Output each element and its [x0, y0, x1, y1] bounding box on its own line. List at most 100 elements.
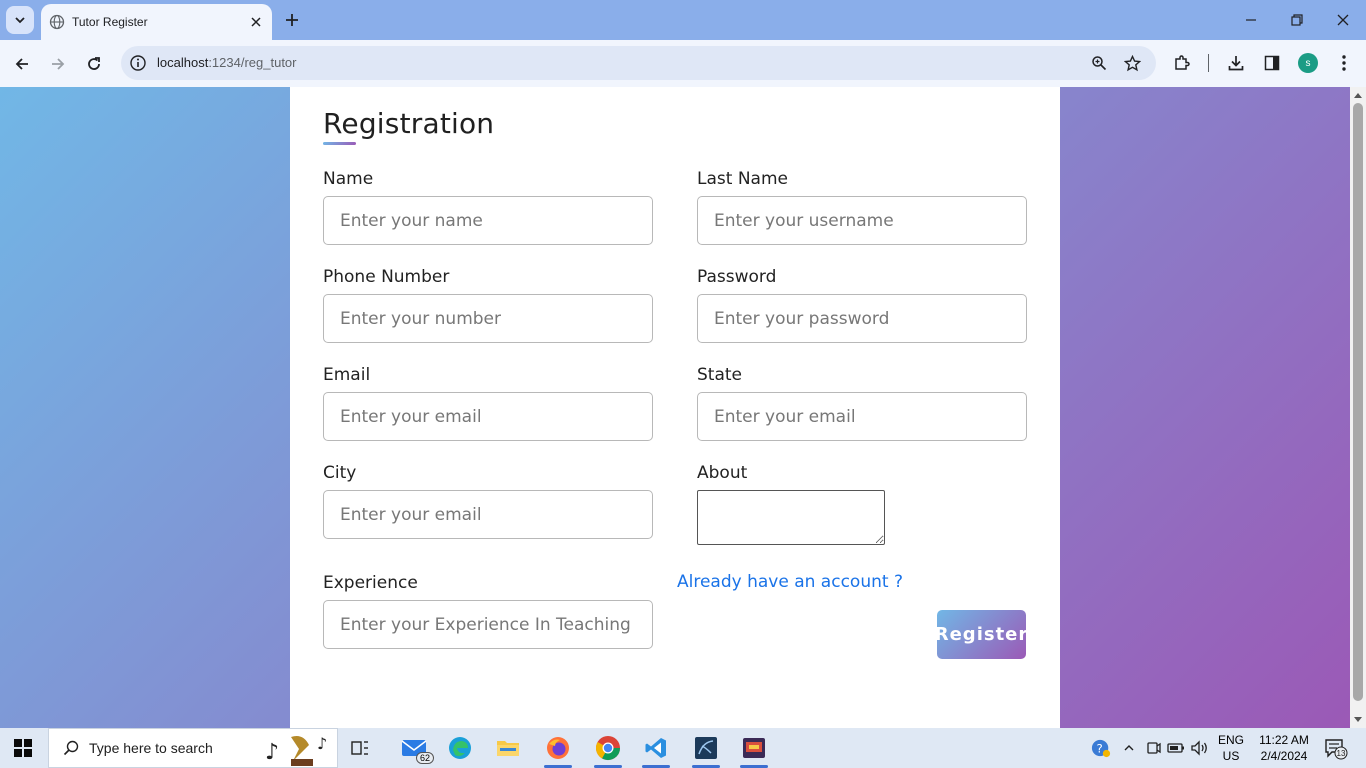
password-field: Password: [697, 267, 1027, 343]
file-explorer-icon[interactable]: [488, 732, 528, 764]
about-label: About: [697, 463, 748, 483]
last-name-label: Last Name: [697, 169, 788, 189]
browser-tab-bar: Tutor Register: [0, 0, 1366, 40]
clock-date: 2/4/2024: [1260, 749, 1308, 763]
volume-icon[interactable]: [1190, 738, 1210, 758]
city-label: City: [323, 463, 357, 483]
mail-app-icon[interactable]: 62: [394, 732, 434, 764]
vscode-icon[interactable]: [636, 732, 676, 768]
reload-icon: [88, 57, 100, 70]
globe-icon: [49, 14, 65, 30]
firefox-icon[interactable]: [538, 732, 578, 768]
password-input[interactable]: [697, 294, 1027, 343]
browser-toolbar: localhost:1234/reg_tutor s: [0, 40, 1366, 87]
city-input[interactable]: [323, 490, 653, 539]
language-code: ENG: [1218, 733, 1245, 747]
region-code: US: [1222, 749, 1240, 763]
close-window-button[interactable]: [1320, 0, 1366, 40]
last-name-input[interactable]: [697, 196, 1027, 245]
email-field: Email: [323, 365, 653, 441]
about-textarea[interactable]: [697, 490, 885, 545]
svg-text:♪: ♪: [265, 740, 279, 765]
restore-icon: [1291, 14, 1303, 26]
city-field: City: [323, 463, 653, 539]
windows-start-icon[interactable]: [14, 739, 32, 757]
edge-browser-icon[interactable]: [440, 732, 480, 764]
scroll-thumb[interactable]: [1353, 103, 1363, 701]
bookmark-star-icon[interactable]: [1122, 53, 1142, 73]
back-button[interactable]: [8, 50, 36, 78]
side-panel-icon[interactable]: [1261, 52, 1283, 74]
experience-field: Experience: [323, 573, 653, 649]
phone-field: Phone Number: [323, 267, 653, 343]
scroll-down-arrow-icon[interactable]: [1354, 717, 1362, 722]
login-link[interactable]: Already have an account ?: [677, 572, 903, 592]
search-placeholder: Type here to search: [89, 740, 213, 756]
url-text: localhost:1234/reg_tutor: [157, 55, 297, 70]
taskbar-clock[interactable]: 11:22 AM 2/4/2024: [1252, 732, 1316, 764]
help-icon[interactable]: ?: [1091, 738, 1111, 758]
minimize-button[interactable]: [1228, 0, 1274, 40]
toolbar-divider: [1208, 54, 1209, 72]
reload-button[interactable]: [80, 50, 108, 78]
emulator-app-icon[interactable]: [734, 732, 774, 768]
phone-input[interactable]: [323, 294, 653, 343]
meet-now-icon[interactable]: [1143, 738, 1163, 758]
last-name-field: Last Name: [697, 169, 1027, 245]
page-title: Registration: [323, 107, 495, 140]
more-menu-icon[interactable]: [1333, 52, 1355, 74]
page-viewport: Registration Name Last Name Phone Number…: [0, 87, 1350, 728]
tab-search-button[interactable]: [6, 6, 34, 34]
phone-label: Phone Number: [323, 267, 450, 287]
profile-avatar[interactable]: s: [1298, 53, 1318, 73]
state-input[interactable]: [697, 392, 1027, 441]
language-indicator[interactable]: ENG US: [1218, 732, 1244, 764]
name-field: Name: [323, 169, 653, 245]
zoom-icon[interactable]: [1089, 53, 1109, 73]
minimize-icon: [1246, 19, 1256, 21]
close-icon: [1337, 14, 1349, 26]
experience-label: Experience: [323, 573, 418, 593]
title-underline: [323, 142, 356, 145]
notification-center-icon[interactable]: 13: [1324, 738, 1348, 760]
site-info-icon[interactable]: [129, 54, 147, 72]
address-bar[interactable]: localhost:1234/reg_tutor: [121, 46, 1156, 80]
email-input[interactable]: [323, 392, 653, 441]
arrow-right-icon: [52, 58, 65, 70]
chevron-down-icon: [15, 17, 25, 24]
email-label: Email: [323, 365, 371, 385]
url-host: localhost: [157, 55, 209, 70]
new-tab-button[interactable]: [282, 10, 302, 30]
taskbar-search-box[interactable]: Type here to search ♪ ♪: [48, 728, 338, 768]
task-view-icon[interactable]: [340, 732, 380, 764]
tab-title: Tutor Register: [72, 15, 148, 29]
extensions-icon[interactable]: [1171, 52, 1193, 74]
svg-text:♪: ♪: [317, 734, 327, 753]
tab-close-icon[interactable]: [248, 14, 264, 30]
restore-button[interactable]: [1274, 0, 1320, 40]
name-input[interactable]: [323, 196, 653, 245]
about-field: About: [697, 463, 1027, 545]
battery-icon[interactable]: [1166, 738, 1186, 758]
password-label: Password: [697, 267, 777, 287]
url-path: :1234/reg_tutor: [208, 55, 297, 70]
search-highlight-gramophone-icon: ♪ ♪: [265, 734, 327, 766]
clock-time: 11:22 AM: [1259, 733, 1309, 747]
forward-button[interactable]: [44, 50, 72, 78]
search-icon: [61, 738, 81, 758]
browser-tab[interactable]: Tutor Register: [41, 4, 272, 40]
notification-count: 13: [1337, 749, 1346, 758]
chevron-up-icon[interactable]: [1119, 738, 1139, 758]
arrow-left-icon: [15, 58, 28, 70]
mail-badge: 62: [415, 752, 434, 764]
chrome-icon[interactable]: [588, 732, 628, 768]
name-label: Name: [323, 169, 374, 189]
svg-text:?: ?: [1096, 742, 1102, 756]
scroll-up-arrow-icon[interactable]: [1354, 93, 1362, 98]
database-workbench-icon[interactable]: [686, 732, 726, 768]
register-button[interactable]: Register: [937, 610, 1026, 659]
download-icon[interactable]: [1225, 52, 1247, 74]
page-scrollbar[interactable]: [1350, 87, 1366, 728]
experience-input[interactable]: [323, 600, 653, 649]
state-label: State: [697, 365, 742, 385]
